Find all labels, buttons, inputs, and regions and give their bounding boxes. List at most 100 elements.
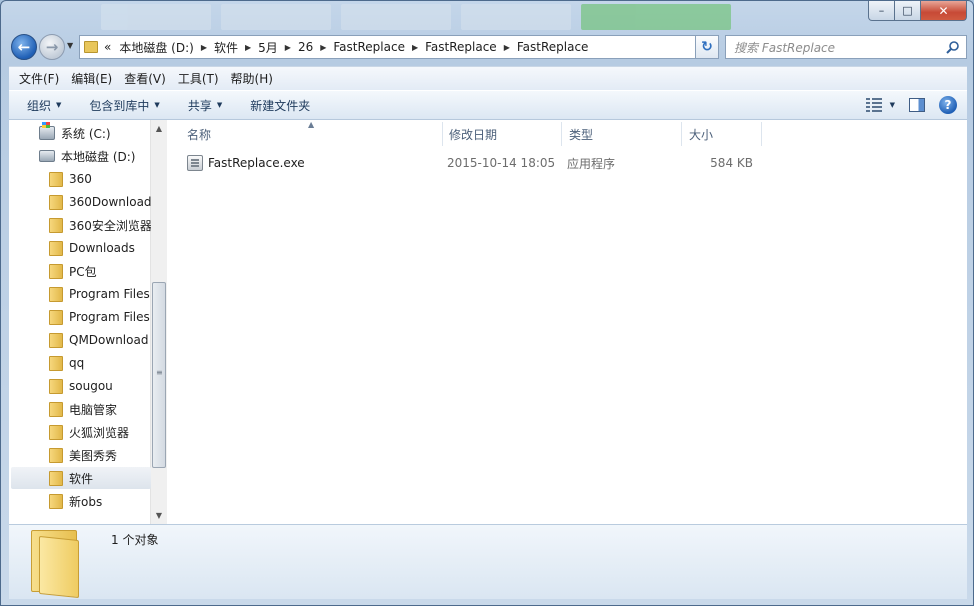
menu-item[interactable]: 编辑(E): [65, 70, 118, 87]
recent-pages-chevron-down-icon[interactable]: ▼: [67, 41, 73, 50]
organize-label: 组织: [27, 98, 52, 113]
folder-icon: [31, 530, 87, 599]
command-bar: 组织 ▼ 包含到库中 ▼ 共享 ▼ 新建文件夹 ▼ ?: [9, 90, 967, 120]
tree-item[interactable]: Downloads: [11, 237, 151, 259]
breadcrumb-chevron-right-icon[interactable]: ▶: [285, 43, 291, 52]
minimize-button[interactable]: –: [868, 1, 895, 21]
column-header-type[interactable]: 类型: [563, 120, 681, 148]
column-divider[interactable]: [761, 122, 762, 146]
tree-item-label: 新obs: [69, 494, 103, 509]
chevron-down-icon: ▼: [216, 101, 223, 109]
tree-item[interactable]: Program Files: [11, 306, 151, 328]
caption-buttons: – □ ✕: [868, 1, 967, 21]
tree-item-label: qq: [69, 356, 85, 370]
tree-item-label: 美图秀秀: [69, 448, 118, 463]
breadcrumb-prefix[interactable]: «: [104, 40, 111, 54]
scroll-up-icon[interactable]: ▲: [151, 120, 167, 137]
details-pane: 1 个对象: [9, 524, 967, 599]
breadcrumb-segment[interactable]: 本地磁盘 (D:): [119, 39, 193, 56]
search-input[interactable]: 搜索 FastReplace: [725, 35, 967, 59]
tree-item-label: 本地磁盘 (D:): [61, 149, 136, 164]
folder-icon: [49, 286, 63, 302]
breadcrumb-chevron-right-icon[interactable]: ▶: [245, 43, 251, 52]
back-button[interactable]: ←: [11, 34, 37, 60]
maximize-button[interactable]: □: [895, 1, 921, 21]
selection-count: 1 个对象: [111, 533, 159, 547]
tree-item[interactable]: sougou: [11, 375, 151, 397]
navigation-scrollbar[interactable]: ▲ ≡ ▼: [150, 120, 167, 524]
details-view-icon: [865, 98, 882, 112]
application-icon: [187, 155, 203, 171]
breadcrumb-chevron-right-icon[interactable]: ▶: [504, 43, 510, 52]
new-folder-button[interactable]: 新建文件夹: [242, 97, 318, 114]
menu-item[interactable]: 帮助(H): [225, 70, 279, 87]
breadcrumb-segment[interactable]: FastReplace: [517, 40, 589, 54]
column-divider[interactable]: [681, 122, 682, 146]
breadcrumb-segment[interactable]: 5月: [258, 39, 278, 56]
folder-icon: [84, 41, 98, 53]
scroll-down-icon[interactable]: ▼: [151, 507, 167, 524]
column-header-date[interactable]: 修改日期: [443, 120, 561, 148]
tree-item[interactable]: qq: [11, 352, 151, 374]
search-placeholder: 搜索 FastReplace: [734, 40, 836, 55]
include-in-library-label: 包含到库中: [89, 98, 150, 113]
new-folder-label: 新建文件夹: [250, 98, 311, 113]
column-divider[interactable]: [561, 122, 562, 146]
refresh-button[interactable]: ↻: [695, 35, 719, 59]
tree-item-label: Program Files: [69, 310, 150, 324]
background-tab: [461, 4, 571, 30]
table-row[interactable]: FastReplace.exe 2015-10-14 18:05 应用程序 58…: [167, 152, 967, 174]
include-in-library-button[interactable]: 包含到库中 ▼: [81, 97, 167, 114]
file-size: 584 KB: [710, 156, 753, 170]
breadcrumb-segment[interactable]: 软件: [214, 39, 238, 56]
system-drive-icon: [39, 122, 55, 140]
scroll-thumb[interactable]: ≡: [152, 282, 166, 468]
tree-item[interactable]: 新obs: [11, 490, 151, 512]
breadcrumb-chevron-right-icon[interactable]: ▶: [201, 43, 207, 52]
tree-item-label: 系统 (C:): [61, 126, 111, 141]
tree-item-label: 360Downloads: [69, 195, 151, 209]
folder-icon: [49, 240, 63, 256]
tree-item[interactable]: 360Downloads: [11, 191, 151, 213]
change-view-button[interactable]: ▼: [865, 98, 895, 112]
tree-item[interactable]: 本地磁盘 (D:): [11, 145, 151, 167]
tree-item[interactable]: 火狐浏览器: [11, 421, 151, 443]
file-list: ▲ 名称 修改日期 类型 大小 FastReplace.exe 2015-10-…: [167, 120, 967, 524]
close-button[interactable]: ✕: [921, 1, 967, 21]
breadcrumb: 本地磁盘 (D:) ▶ 软件 ▶ 5月 ▶ 26 ▶ FastReplace ▶ FastRepla…: [119, 39, 588, 56]
file-name: FastReplace.exe: [208, 156, 305, 170]
tree-item-label: Downloads: [69, 241, 135, 255]
tree-item[interactable]: Program Files: [11, 283, 151, 305]
tree-item[interactable]: 软件: [11, 467, 151, 489]
breadcrumb-chevron-right-icon[interactable]: ▶: [412, 43, 418, 52]
forward-button[interactable]: →: [39, 34, 65, 60]
breadcrumb-chevron-right-icon[interactable]: ▶: [320, 43, 326, 52]
search-icon[interactable]: [946, 40, 960, 54]
share-button[interactable]: 共享 ▼: [180, 97, 230, 114]
tree-item[interactable]: 360: [11, 168, 151, 190]
file-name-cell[interactable]: FastReplace.exe: [187, 152, 305, 174]
preview-pane-icon[interactable]: [909, 98, 925, 112]
menu-item[interactable]: 工具(T): [172, 70, 225, 87]
column-header-size[interactable]: 大小: [683, 120, 761, 148]
breadcrumb-segment[interactable]: FastReplace: [333, 40, 405, 54]
tree-item[interactable]: 系统 (C:): [11, 122, 151, 144]
menu-item[interactable]: 查看(V): [118, 70, 172, 87]
address-bar[interactable]: « 本地磁盘 (D:) ▶ 软件 ▶ 5月 ▶ 26 ▶ FastReplace ▶ FastRep…: [79, 35, 719, 59]
breadcrumb-segment[interactable]: FastReplace: [425, 40, 497, 54]
folder-icon: [49, 309, 63, 325]
tree-item[interactable]: QMDownload: [11, 329, 151, 351]
main-area: ▲ ≡ ▼ 系统 (C:) 本地磁盘 (D:) 360 360Downloads 360…: [9, 120, 967, 524]
tree-item[interactable]: 电脑管家: [11, 398, 151, 420]
background-webpage-strip: [101, 1, 741, 33]
column-header-name[interactable]: 名称: [181, 120, 443, 148]
tree-item[interactable]: 美图秀秀: [11, 444, 151, 466]
organize-button[interactable]: 组织 ▼: [19, 97, 69, 114]
background-tab: [341, 4, 451, 30]
tree-item[interactable]: 360安全浏览器: [11, 214, 151, 236]
help-icon[interactable]: ?: [939, 96, 957, 114]
chevron-down-icon: ▼: [889, 101, 895, 109]
menu-item[interactable]: 文件(F): [13, 70, 65, 87]
breadcrumb-segment[interactable]: 26: [298, 40, 313, 54]
tree-item[interactable]: PC包: [11, 260, 151, 282]
